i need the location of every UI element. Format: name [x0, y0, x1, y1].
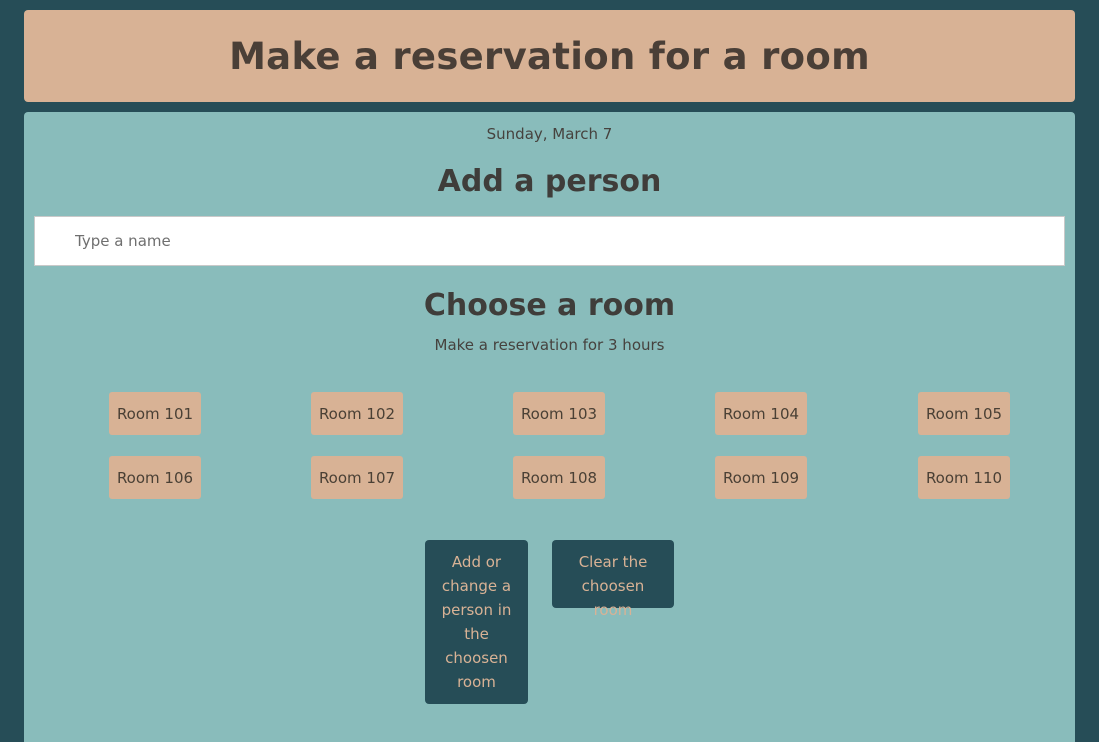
room-103-button[interactable]: Room 103 [513, 392, 605, 435]
page-header: Make a reservation for a room [24, 10, 1075, 102]
room-105-button[interactable]: Room 105 [918, 392, 1010, 435]
room-107-button[interactable]: Room 107 [311, 456, 403, 499]
current-date: Sunday, March 7 [486, 125, 613, 143]
name-input[interactable] [34, 216, 1065, 266]
room-109-button[interactable]: Room 109 [715, 456, 807, 499]
room-110-button[interactable]: Room 110 [918, 456, 1010, 499]
room-101-button[interactable]: Room 101 [109, 392, 201, 435]
add-change-person-button[interactable]: Add or change a person in the choosen ro… [425, 540, 528, 704]
room-102-button[interactable]: Room 102 [311, 392, 403, 435]
choose-room-heading: Choose a room [423, 288, 676, 323]
add-person-heading: Add a person [437, 164, 662, 199]
room-106-button[interactable]: Room 106 [109, 456, 201, 499]
page-title: Make a reservation for a room [229, 34, 870, 78]
room-104-button[interactable]: Room 104 [715, 392, 807, 435]
reservation-panel: Sunday, March 7 Add a person Choose a ro… [24, 112, 1075, 742]
reservation-duration-note: Make a reservation for 3 hours [434, 336, 665, 354]
clear-room-button[interactable]: Clear the choosen room [552, 540, 674, 619]
room-108-button[interactable]: Room 108 [513, 456, 605, 499]
